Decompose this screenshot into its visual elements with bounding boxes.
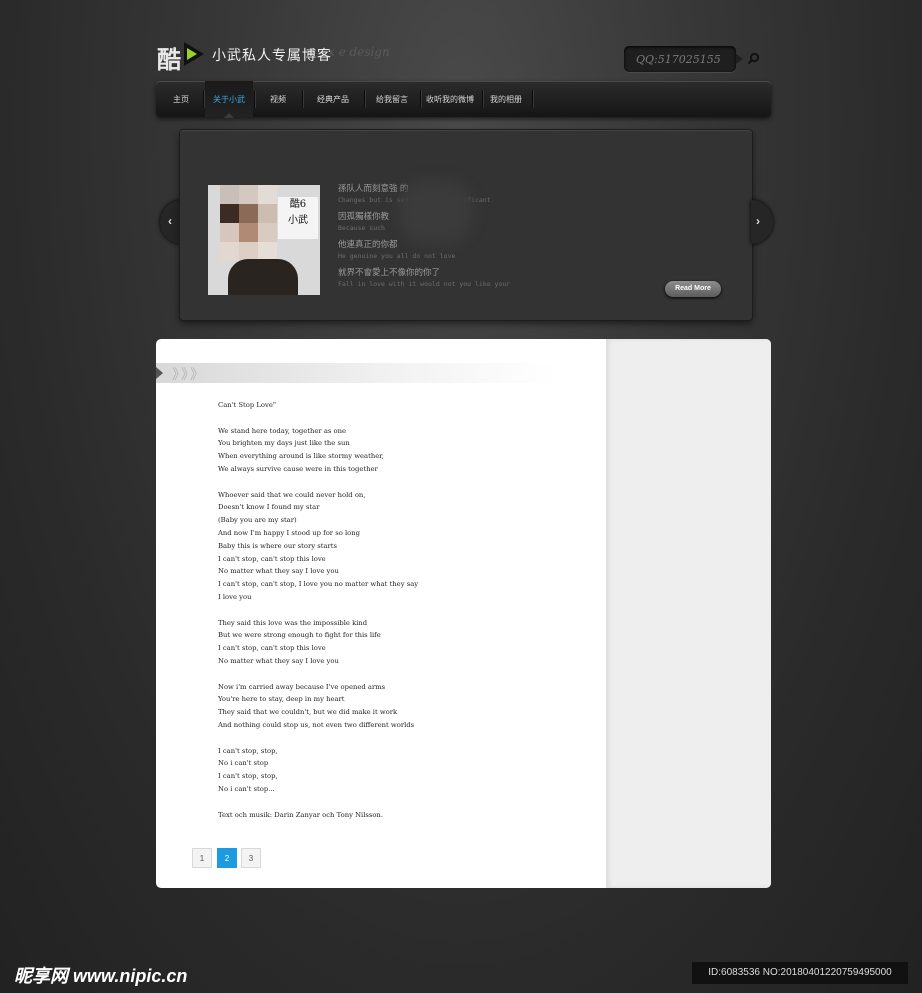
nav-divider [532,90,533,108]
lyric-line: When everything around is like stormy we… [218,452,384,461]
main-nav: 主页 关于小武 视频 经典产品 给我留言 收听我的微博 我的相册 [156,81,771,118]
lyric-line [218,734,588,747]
lyric-line: No matter what they say I love you [218,567,339,576]
lyric-line: Baby this is where our story starts [218,541,337,550]
lyric-line: I love you [218,592,252,601]
slide-line: 他連真正的你都 [338,239,398,249]
lyric-line: No i can't stop... [218,784,275,793]
nav-item-about[interactable]: 关于小武 [205,81,253,118]
lyric-line: Text och musik: Darin Zanyar och Tony Ni… [218,810,383,819]
lyrics-article: Can't Stop Love" We stand here today, tog… [218,401,588,823]
nav-divider [203,90,204,108]
lyric-line: They said this love was the impossible k… [218,618,368,627]
ribbon-tip [156,367,163,379]
lyric-line: I can't stop, can't stop this love [218,644,326,653]
nav-divider [254,90,255,108]
slide-line: He genuine you all do not love [338,252,456,260]
nav-item-album[interactable]: 我的相册 [486,81,526,117]
chevron-right-icon: › [756,214,760,228]
featured-slider: 酷6小武 孫队人而刻意強 的 Changes but is sedulously… [180,130,752,320]
site-logo[interactable]: 酷 小武私人专属博客 [157,38,331,74]
lyric-line: I can't stop, stop, [218,772,278,781]
lyric-line [218,478,588,491]
watermark-logo: 昵享网 www.nipic.cn [14,966,188,986]
slider-prev-button[interactable]: ‹ [160,200,182,244]
lyric-line: Now i'm carried away because I've opened… [218,682,386,691]
lyric-line: Can't Stop Love" [218,401,276,409]
search-icon[interactable] [747,52,760,65]
qq-number: QQ:517025155 [636,53,721,66]
page-2-button[interactable]: 2 [217,848,237,868]
sidebar [606,339,771,888]
lyric-line: No i can't stop [218,759,269,768]
profile-photo: 酷6 小武 [208,185,320,295]
site-name: 小武私人专属博客 [212,47,332,63]
lyric-line: We stand here today, together as one [218,426,347,435]
lyric-line [218,670,588,683]
play-icon-inner [187,48,197,60]
lyric-line: You're here to stay, deep in my heart [218,695,345,704]
lyric-line: (Baby you are my star) [218,516,297,525]
nav-item-guestbook[interactable]: 给我留言 [370,81,414,117]
lyric-line: You brighten my days just like the sun [218,439,350,448]
nav-item-products[interactable]: 经典产品 [309,81,357,117]
nav-divider [420,90,421,108]
blurred-region [398,179,473,245]
chevron-left-icon: ‹ [168,214,172,228]
lyric-line: And nothing could stop us, not even two … [218,720,415,729]
slide-line: Fall in love with it would not you like … [338,280,511,288]
photo-sign: 酷6 小武 [278,197,318,239]
nav-item-weibo[interactable]: 收听我的微博 [424,81,476,117]
lyric-line [218,606,588,619]
site-tagline: x e design [328,45,390,59]
content-panel: 》》》 Can't Stop Love" We stand here today,… [156,339,771,888]
lyric-line: I can't stop, can't stop this love [218,554,326,563]
nav-item-home[interactable]: 主页 [164,81,198,117]
lyric-line: I can't stop, stop, [218,746,278,755]
slide-line: 就界不會愛上不像你的你了 [338,267,441,277]
lyric-line: I can't stop, can't stop, I love you no … [218,580,419,589]
nav-divider [482,90,483,108]
qq-search-box[interactable]: QQ:517025155 [624,46,743,72]
lyric-line: They said that we couldn't, but we did m… [218,708,398,717]
lyric-line: We always survive cause were in this tog… [218,464,378,473]
lyric-line: No matter what they say I love you [218,656,339,665]
section-ribbon [156,363,556,383]
lyric-line [218,414,588,427]
watermark-id: ID:6083536 NO:20180401220759495000 [692,962,908,984]
slider-next-button[interactable]: › [751,200,773,244]
nav-divider [364,90,365,108]
lyric-line: Whoever said that we could never hold on… [218,490,366,499]
nav-divider [302,90,303,108]
nav-item-video[interactable]: 视频 [261,81,295,117]
page-1-button[interactable]: 1 [192,848,212,868]
page-3-button[interactable]: 3 [241,848,261,868]
lyric-line [218,798,588,811]
lyric-line: Doesn't know I found my star [218,503,320,512]
ribbon-arrows-icon: 》》》 [172,366,206,382]
lyric-line: But we were strong enough to fight for t… [218,631,381,640]
lyric-line: And now I'm happy I stood up for so long [218,528,360,537]
logo-glyph: 酷 [157,46,181,74]
read-more-button[interactable]: Read More [665,281,721,297]
